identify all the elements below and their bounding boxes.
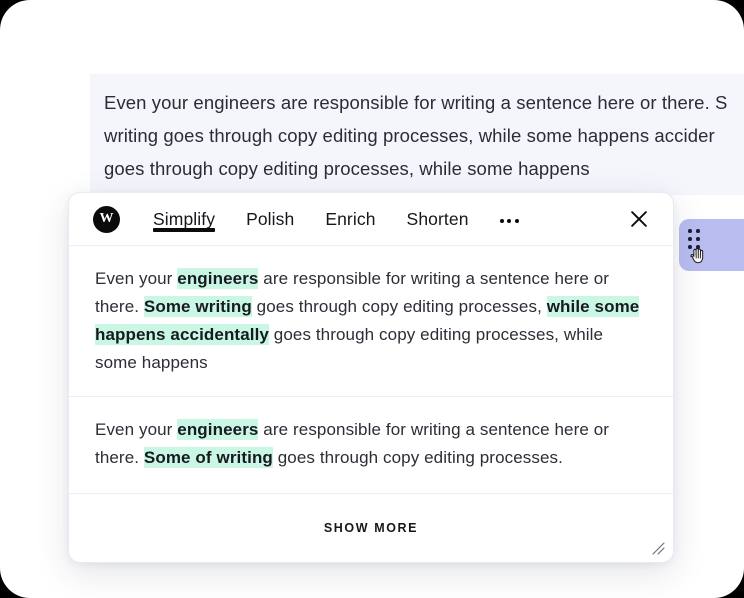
highlighted-text: Some writing xyxy=(143,296,252,317)
logo-letter: W xyxy=(99,211,114,226)
close-icon[interactable] xyxy=(628,208,650,230)
plain-text: Even your xyxy=(95,420,178,439)
tab-simplify[interactable]: Simplify xyxy=(153,193,216,245)
highlighted-text: engineers xyxy=(177,419,259,440)
page-surface: Even your engineers are responsible for … xyxy=(0,0,744,598)
plain-text: Even your xyxy=(95,269,178,288)
plain-text: goes through copy editing processes, xyxy=(251,297,547,316)
highlighted-text: Some of writing xyxy=(143,447,273,468)
plain-text: goes through copy editing processes. xyxy=(272,448,563,467)
suggestion-item[interactable]: Even your engineers are responsible for … xyxy=(69,246,673,397)
document-line: writing goes through copy editing proces… xyxy=(90,119,744,152)
ellipsis-icon[interactable] xyxy=(499,193,519,247)
floating-drag-widget[interactable] xyxy=(679,219,744,271)
grab-hand-cursor xyxy=(690,247,704,264)
document-lines: Even your engineers are responsible for … xyxy=(90,86,744,185)
suggestions-card: W Simplify Polish Enrich Shorten Even yo… xyxy=(68,192,674,563)
wordtune-logo-icon: W xyxy=(93,205,120,233)
show-more-button[interactable]: SHOW MORE xyxy=(324,521,418,535)
document-text-panel: Even your engineers are responsible for … xyxy=(90,74,744,195)
resize-handle-icon[interactable] xyxy=(650,540,666,556)
tab-polish[interactable]: Polish xyxy=(246,193,294,245)
tab-enrich[interactable]: Enrich xyxy=(325,193,375,245)
highlighted-text: engineers xyxy=(177,268,259,289)
document-line-wrapper: goes through copy editing processes, whi… xyxy=(90,152,617,185)
card-footer: SHOW MORE xyxy=(69,494,673,562)
tab-shorten[interactable]: Shorten xyxy=(407,193,469,245)
suggestion-item[interactable]: Even your engineers are responsible for … xyxy=(69,397,673,494)
document-line: goes through copy editing processes, whi… xyxy=(104,158,590,179)
card-header: W Simplify Polish Enrich Shorten xyxy=(69,193,673,246)
document-line: Even your engineers are responsible for … xyxy=(90,86,744,119)
tab-bar: Simplify Polish Enrich Shorten xyxy=(153,193,519,245)
